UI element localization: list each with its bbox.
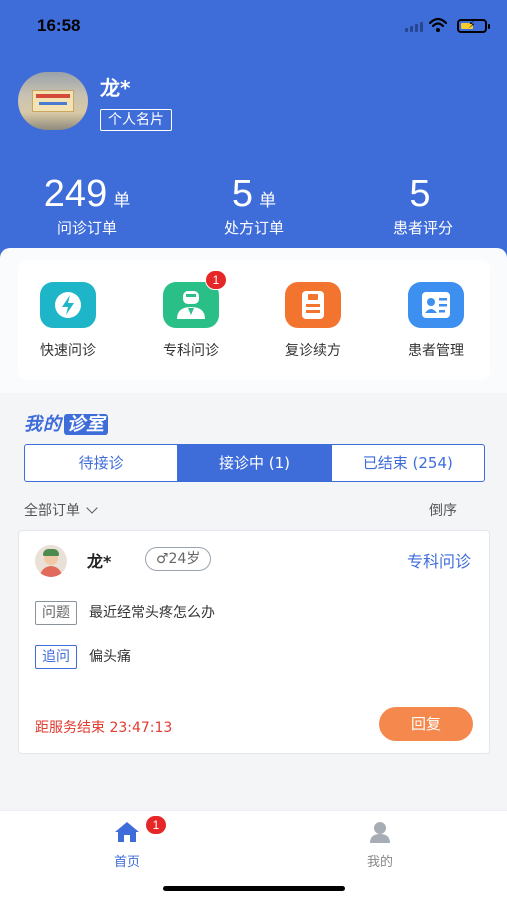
followup-label: 追问 [35, 645, 77, 669]
stat-label: 处方订单 [223, 219, 284, 237]
order-filter-label: 全部订单 [24, 503, 80, 519]
tabbar-label: 我的 [366, 855, 393, 870]
notification-badge: 1 [205, 270, 227, 290]
order-type: 专科问诊 [406, 552, 471, 571]
avatar[interactable] [18, 72, 88, 130]
order-card[interactable]: 龙* ♂24岁 专科问诊 问题 最近经常头疼怎么办 追问 偏头痛 距服务结束 23:… [18, 530, 490, 754]
stat-unit: 单 [113, 191, 131, 211]
notification-badge: 1 [145, 815, 167, 835]
question-label: 问题 [35, 601, 77, 625]
patient-name: 龙* [87, 552, 112, 571]
battery-icon: ⚡ [457, 18, 490, 33]
patient-card-icon [408, 282, 464, 328]
specialist-consult-button[interactable]: 专科问诊 1 [141, 270, 241, 360]
wifi-icon [429, 17, 447, 32]
stat-value: 249 [43, 173, 108, 215]
person-icon [367, 821, 393, 843]
home-indicator [163, 886, 345, 891]
quick-actions: 快速问诊 专科问诊 1 复诊续方 患者管理 [18, 260, 490, 380]
personal-card-button[interactable]: 个人名片 [100, 109, 172, 131]
status-bar: 16:58 ⚡ [0, 16, 507, 38]
prescription-icon [285, 282, 341, 328]
tab-in-progress[interactable]: 接诊中 (1) [178, 445, 332, 481]
section-title: 我的 诊室 [24, 410, 108, 436]
stat-value: 5 [231, 173, 254, 215]
stat-label: 患者评分 [392, 219, 453, 237]
quick-consult-button[interactable]: 快速问诊 [18, 282, 118, 360]
tabbar-mine[interactable]: 我的 [340, 821, 420, 870]
signal-icon [405, 22, 427, 32]
order-filter-dropdown[interactable]: 全部订单 [24, 500, 98, 520]
stat-prescription-orders[interactable]: 5单 处方订单 [179, 173, 329, 238]
service-countdown: 距服务结束 23:47:13 [35, 720, 173, 736]
tab-pending[interactable]: 待接诊 [25, 445, 179, 481]
stat-consult-orders[interactable]: 249 单 问诊订单 [12, 173, 162, 238]
followup-text: 偏头痛 [89, 649, 131, 665]
quick-action-label: 专科问诊 [163, 343, 219, 359]
patient-avatar [35, 545, 67, 577]
followup-prescription-button[interactable]: 复诊续方 [263, 282, 363, 360]
stat-patient-rating[interactable]: 5 患者评分 [348, 173, 498, 238]
stat-unit: 单 [259, 191, 277, 211]
doctor-name: 龙* [100, 76, 131, 100]
consult-status-tabs: 待接诊 接诊中 (1) 已结束 (254) [24, 444, 485, 482]
section-title-part-b: 诊室 [64, 414, 108, 435]
tabbar-label: 首页 [113, 855, 140, 870]
question-text: 最近经常头疼怎么办 [89, 605, 215, 621]
stat-value: 5 [409, 173, 431, 215]
reply-button[interactable]: 回复 [379, 707, 473, 741]
question-row: 问题 最近经常头疼怎么办 [35, 601, 215, 625]
patient-management-button[interactable]: 患者管理 [386, 282, 486, 360]
home-icon [114, 821, 140, 843]
patient-gender-age: ♂24岁 [145, 547, 212, 571]
tab-finished[interactable]: 已结束 (254) [332, 445, 484, 481]
followup-row: 追问 偏头痛 [35, 645, 131, 669]
tabbar-home[interactable]: 首页 1 [87, 815, 167, 870]
status-time: 16:58 [37, 16, 81, 35]
stat-label: 问诊订单 [56, 219, 117, 237]
chevron-down-icon [86, 502, 98, 514]
quick-action-label: 患者管理 [408, 343, 464, 359]
sort-toggle[interactable]: 倒序 [429, 500, 457, 520]
section-title-part-a: 我的 [24, 414, 62, 435]
quick-action-label: 复诊续方 [285, 343, 341, 359]
quick-action-label: 快速问诊 [40, 343, 96, 359]
lightning-icon [40, 282, 96, 328]
header: 16:58 ⚡ 龙* 个人名片 249 单 问诊订单 5单 处方订单 5 患者评分 [0, 0, 507, 275]
